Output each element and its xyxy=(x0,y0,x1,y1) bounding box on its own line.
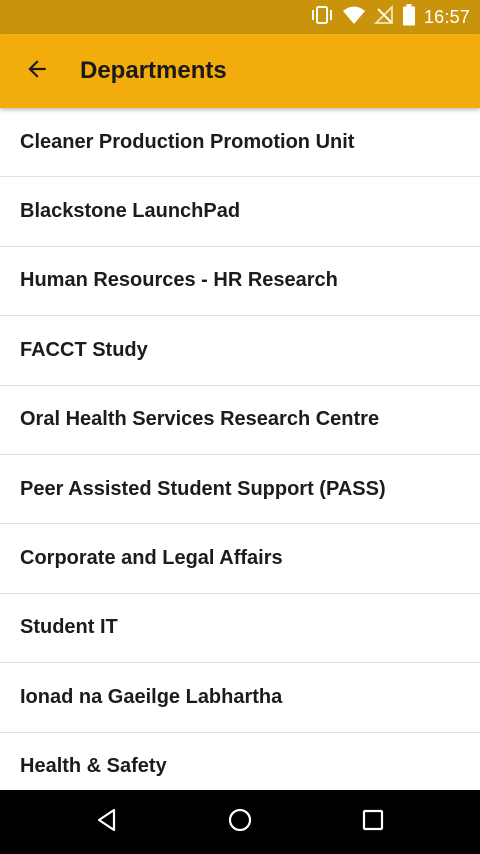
nav-back-button[interactable] xyxy=(87,802,127,842)
list-item[interactable]: FACCT Study xyxy=(0,316,480,386)
list-item[interactable]: Human Resources - HR Research xyxy=(0,247,480,317)
list-item-label: Oral Health Services Research Centre xyxy=(20,408,380,431)
list-item[interactable]: Student IT xyxy=(0,594,480,664)
vibrate-icon xyxy=(310,5,334,30)
status-icons: 16:57 xyxy=(310,0,470,34)
wifi-icon xyxy=(342,5,366,30)
list-item-label: Blackstone LaunchPad xyxy=(20,200,241,223)
list-item-label: Peer Assisted Student Support (PASS) xyxy=(20,477,386,500)
list-item[interactable]: Blackstone LaunchPad xyxy=(0,177,480,247)
status-time: 16:57 xyxy=(423,6,470,27)
list-item[interactable]: Oral Health Services Research Centre xyxy=(0,386,480,455)
list-item-label: Student IT xyxy=(20,616,118,639)
list-item-label: Ionad na Gaeilge Labhartha xyxy=(20,685,283,708)
list-item-label: Human Resources - HR Research xyxy=(20,269,338,292)
list-item[interactable]: Health & Safety xyxy=(0,733,480,790)
app-bar: Departments xyxy=(0,34,480,108)
list-item[interactable]: Ionad na Gaeilge Labhartha xyxy=(0,663,480,733)
back-triangle-icon xyxy=(94,807,120,838)
list-item[interactable]: Corporate and Legal Affairs xyxy=(0,524,480,594)
list-item-label: Corporate and Legal Affairs xyxy=(20,547,283,570)
list-item-label: Health & Safety xyxy=(20,755,167,778)
list-item[interactable]: Peer Assisted Student Support (PASS) xyxy=(0,455,480,525)
navigation-bar xyxy=(0,790,480,854)
recents-square-icon xyxy=(361,808,385,837)
nav-home-button[interactable] xyxy=(220,802,260,842)
nav-recents-button[interactable] xyxy=(353,802,393,842)
page-title: Departments xyxy=(80,57,227,84)
no-signal-icon xyxy=(373,4,394,30)
back-button[interactable] xyxy=(18,52,56,90)
status-bar: 16:57 xyxy=(0,0,480,34)
list-item-label: Cleaner Production Promotion Unit xyxy=(20,130,355,153)
battery-icon xyxy=(402,3,416,31)
arrow-back-icon xyxy=(24,56,50,87)
list-item[interactable]: Cleaner Production Promotion Unit xyxy=(0,108,480,178)
list-item-label: FACCT Study xyxy=(20,338,148,361)
home-circle-icon xyxy=(227,807,253,838)
department-list: Cleaner Production Promotion Unit Blacks… xyxy=(0,108,480,790)
